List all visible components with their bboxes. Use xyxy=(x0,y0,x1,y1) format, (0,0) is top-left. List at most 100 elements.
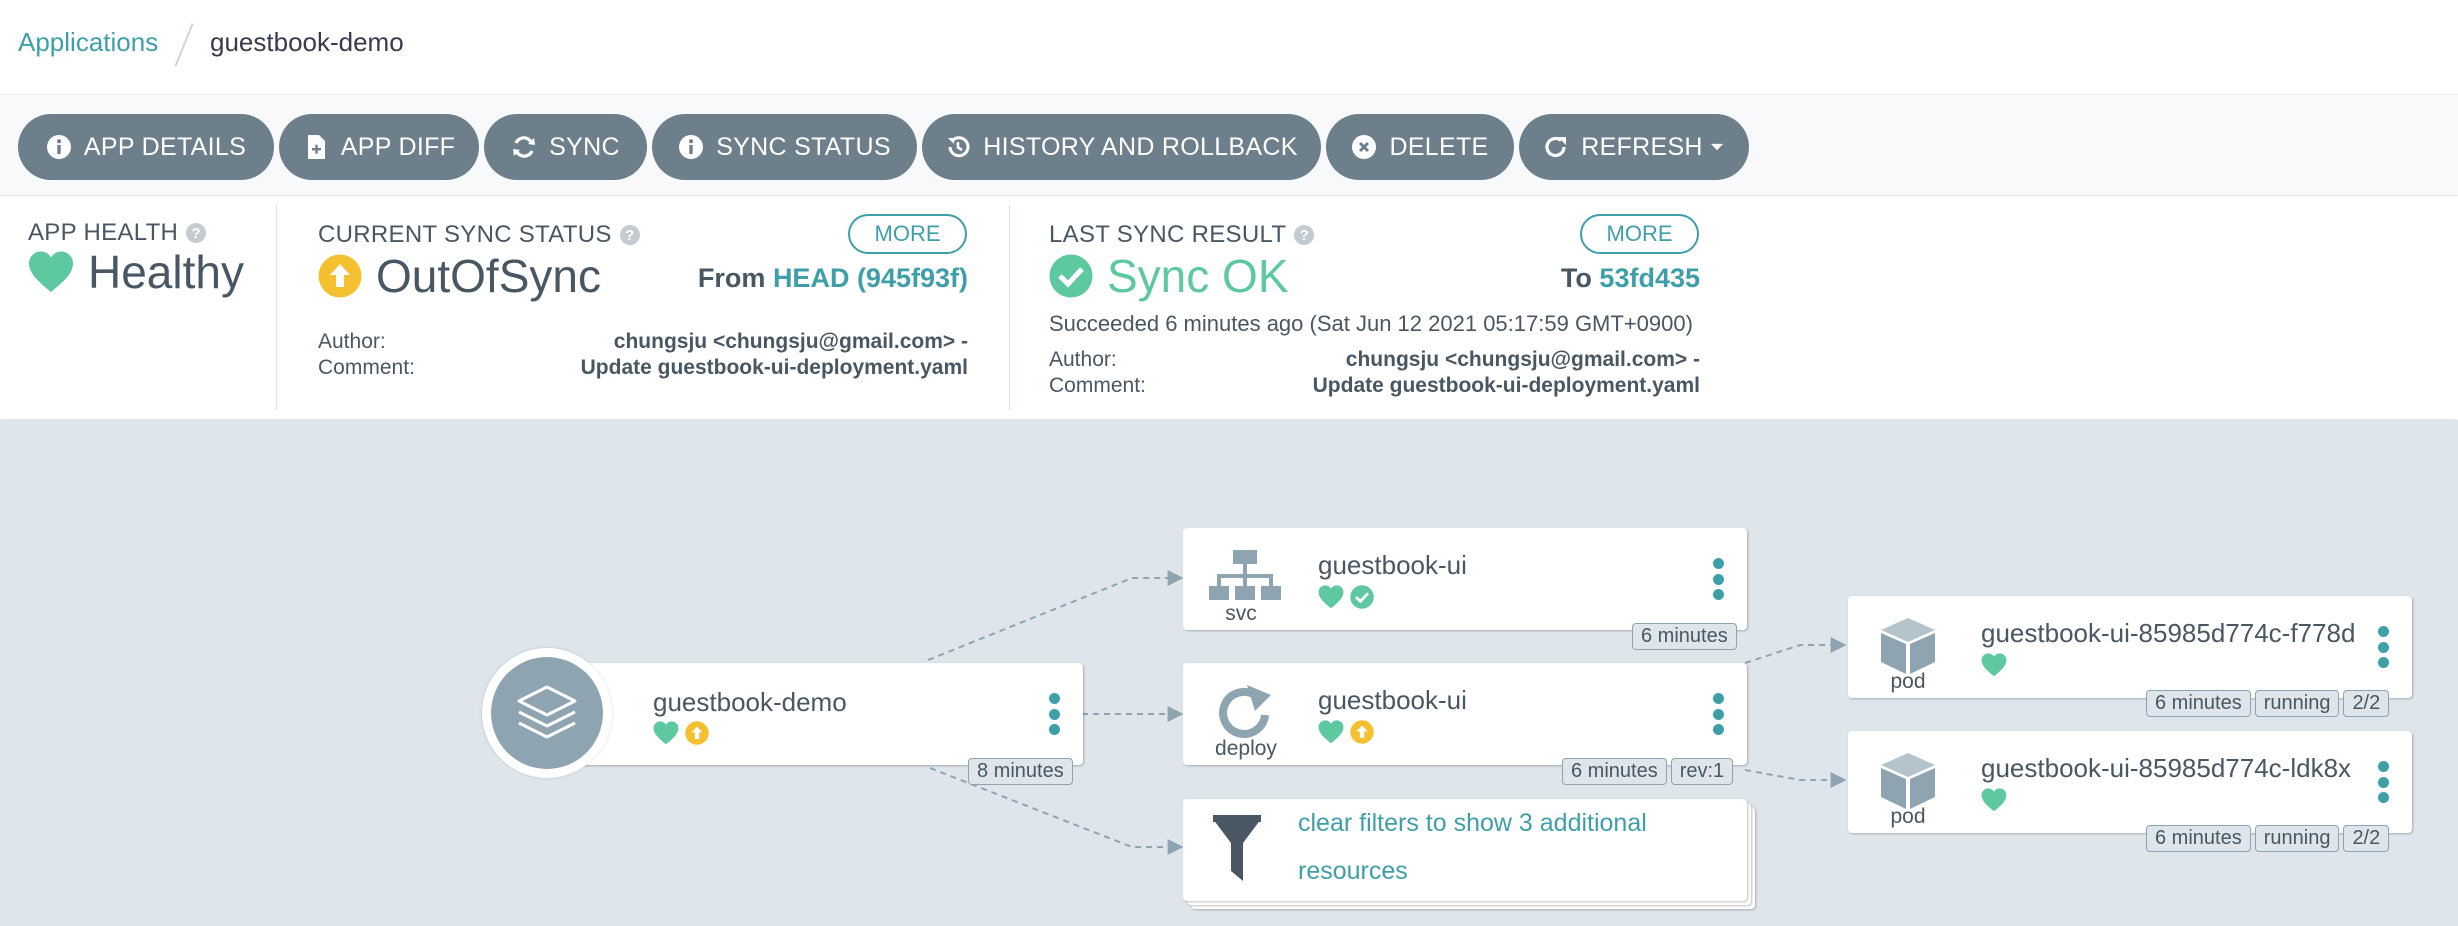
app-node-menu-button[interactable] xyxy=(1048,693,1060,735)
heart-icon xyxy=(1981,653,2007,677)
heart-icon xyxy=(29,251,73,292)
clear-filters-text-line2: resources xyxy=(1298,857,1408,885)
arrow-circle-up-icon xyxy=(685,721,709,745)
file-diff-icon xyxy=(307,135,325,159)
status-panel: APP HEALTH ? Healthy CURRENT SYNC STATUS… xyxy=(0,197,2458,419)
pod-node-status: running xyxy=(2254,825,2340,852)
current-comment-label: Comment: xyxy=(318,356,415,379)
app-node-age: 8 minutes xyxy=(968,758,1073,785)
times-circle-icon xyxy=(1352,135,1377,159)
pod-node[interactable]: pod guestbook-ui-85985d774c-ldk8x xyxy=(1848,731,2412,833)
deployment-node-revision: rev:1 xyxy=(1670,758,1734,785)
app-diff-button[interactable]: APP DIFF xyxy=(279,114,479,180)
pod-node-name: guestbook-ui-85985d774c-ldk8x xyxy=(1981,753,2352,783)
deployment-node-name: guestbook-ui xyxy=(1318,685,1467,715)
heart-icon xyxy=(653,721,679,745)
service-node-status-icons xyxy=(1318,585,1374,609)
help-icon[interactable]: ? xyxy=(186,223,207,243)
heart-icon xyxy=(1318,720,1344,744)
delete-label: DELETE xyxy=(1389,132,1489,161)
history-icon xyxy=(948,136,970,158)
heart-icon xyxy=(1318,585,1344,609)
last-comment-value: Update guestbook-ui-deployment.yaml xyxy=(1312,374,1700,397)
pod-node-status-icons xyxy=(1981,653,2007,677)
pod-node-name: guestbook-ui-85985d774c-f778d xyxy=(1981,618,2356,648)
sync-status-label: SYNC STATUS xyxy=(716,132,891,161)
app-node[interactable]: guestbook-demo xyxy=(548,663,1083,765)
current-author-label: Author: xyxy=(318,330,386,353)
help-icon[interactable]: ? xyxy=(619,225,640,245)
delete-button[interactable]: DELETE xyxy=(1326,114,1514,180)
breadcrumb-applications-link[interactable]: Applications xyxy=(18,27,158,58)
refresh-icon xyxy=(1545,136,1567,157)
current-sync-status: OutOfSync xyxy=(318,249,601,303)
caret-down-icon xyxy=(1710,143,1723,151)
from-label: From xyxy=(697,263,766,293)
last-sync-status: Sync OK xyxy=(1049,249,1289,303)
deployment-node[interactable]: deploy guestbook-ui xyxy=(1183,663,1747,765)
history-and-rollback-button[interactable]: HISTORY AND ROLLBACK xyxy=(922,114,1321,180)
pod-node-status: running xyxy=(2254,690,2340,717)
service-node-menu-button[interactable] xyxy=(1712,558,1724,600)
arrow-circle-up-icon xyxy=(1350,720,1374,744)
cube-icon xyxy=(1881,753,1935,809)
info-icon xyxy=(679,135,704,159)
heart-icon xyxy=(1981,788,2007,812)
breadcrumb-separator xyxy=(174,23,194,67)
current-sync-status-title-text: CURRENT SYNC STATUS xyxy=(318,221,612,248)
edge-deploy-pod2 xyxy=(1744,769,1847,788)
last-author-label: Author: xyxy=(1049,348,1117,371)
current-sync-value: OutOfSync xyxy=(376,250,601,302)
refresh-button[interactable]: REFRESH xyxy=(1519,114,1749,180)
help-icon[interactable]: ? xyxy=(1294,225,1315,245)
last-sync-revision: To 53fd435 xyxy=(1561,263,1700,294)
last-sync-value: Sync OK xyxy=(1107,250,1289,302)
service-node[interactable]: svc guestbook-ui xyxy=(1183,528,1747,630)
filter-node: clear filters to show 3 additional resou… xyxy=(1183,799,1747,901)
deployment-node-menu-button[interactable] xyxy=(1712,693,1724,735)
current-sync-more-button[interactable]: MORE xyxy=(848,214,967,254)
last-author-value: chungsju <chungsju@gmail.com> - xyxy=(1345,348,1700,371)
pod-node-age: 6 minutes xyxy=(2146,690,2251,717)
breadcrumb: Applications guestbook-demo xyxy=(0,0,2458,95)
current-sync-revision-link[interactable]: HEAD (945f93f) xyxy=(773,263,968,293)
refresh-label: REFRESH xyxy=(1581,132,1703,161)
deployment-node-kind: deploy xyxy=(1215,737,1277,760)
app-health-title: APP HEALTH ? xyxy=(28,219,207,247)
layers-icon xyxy=(517,685,577,739)
breadcrumb-current: guestbook-demo xyxy=(210,27,404,57)
last-sync-result-title-text: LAST SYNC RESULT xyxy=(1049,221,1287,248)
current-comment-value: Update guestbook-ui-deployment.yaml xyxy=(580,356,968,379)
sync-status-button[interactable]: SYNC STATUS xyxy=(652,114,917,180)
last-sync-succeeded: Succeeded 6 minutes ago (Sat Jun 12 2021… xyxy=(1049,311,1693,336)
cube-icon xyxy=(1881,618,1935,674)
pod-node-menu-button[interactable] xyxy=(2377,761,2389,803)
info-icon xyxy=(46,135,71,159)
sync-icon xyxy=(513,136,536,158)
last-sync-more-button[interactable]: MORE xyxy=(1580,214,1699,254)
deployment-node-age: 6 minutes xyxy=(1562,758,1667,785)
last-comment-label: Comment: xyxy=(1049,374,1146,397)
app-diff-label: APP DIFF xyxy=(340,132,456,161)
sitemap-icon xyxy=(1209,550,1281,600)
pod-node-menu-button[interactable] xyxy=(2377,626,2389,668)
check-circle-icon xyxy=(1350,585,1374,609)
app-health-title-text: APP HEALTH xyxy=(28,219,179,246)
current-author-value: chungsju <chungsju@gmail.com> - xyxy=(613,330,968,353)
sync-label: SYNC xyxy=(549,132,620,161)
app-details-label: APP DETAILS xyxy=(83,132,247,161)
pod-node[interactable]: pod guestbook-ui-85985d774c-f778d xyxy=(1848,596,2412,698)
app-node-avatar xyxy=(482,648,612,778)
app-details-button[interactable]: APP DETAILS xyxy=(18,114,274,180)
last-sync-result-title: LAST SYNC RESULT ? xyxy=(1049,221,1315,249)
pod-node-age: 6 minutes xyxy=(2146,825,2251,852)
pod-node-tags: 6 minutes running 2/2 xyxy=(2146,690,2390,717)
sync-button[interactable]: SYNC xyxy=(484,114,647,180)
clear-filters-link[interactable]: clear filters to show 3 additional resou… xyxy=(1298,799,1647,895)
last-sync-revision-link[interactable]: 53fd435 xyxy=(1599,263,1700,293)
toolbar: APP DETAILS APP DIFF SYNC SYNC STATUS HI… xyxy=(0,96,2458,196)
pod-node-status-icons xyxy=(1981,788,2007,812)
service-node-age: 6 minutes xyxy=(1632,623,1737,650)
app-node-status-icons xyxy=(653,721,709,745)
sync-icon xyxy=(1219,685,1271,738)
